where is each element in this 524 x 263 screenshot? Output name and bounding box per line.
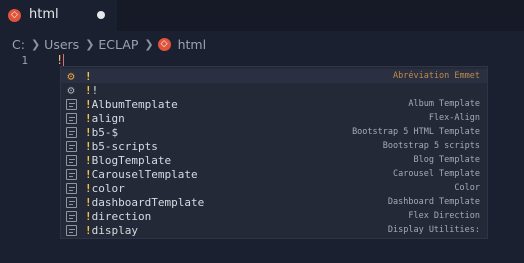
breadcrumb-eclap[interactable]: ECLAP — [98, 37, 138, 52]
snippet-icon — [65, 168, 77, 180]
suggestion-detail: Display Utilities: — [387, 225, 480, 235]
chevron-right-icon: ❯ — [144, 37, 154, 51]
breadcrumb-drive[interactable]: C: — [12, 37, 25, 52]
suggestion-label: !AlbumTemplate — [85, 97, 178, 111]
tab-bar: ◇ html — [0, 0, 524, 31]
suggestion-detail: Blog Template — [413, 155, 480, 165]
suggestion-detail: Bootstrap 5 HTML Template — [352, 127, 480, 137]
suggestion-detail: Abréviation Emmet — [393, 71, 480, 81]
snippet-icon — [65, 140, 77, 152]
unsaved-dot-icon[interactable] — [97, 11, 105, 19]
html-file-icon: ◇ — [157, 37, 171, 51]
suggestion-item[interactable]: !AlbumTemplate Album Template — [61, 97, 487, 111]
snippet-icon — [65, 126, 77, 138]
html-file-icon: ◇ — [8, 9, 21, 22]
suggestion-label: !dashboardTemplate — [85, 195, 205, 209]
tab-title: html — [29, 7, 59, 22]
breadcrumb-users[interactable]: Users — [44, 37, 79, 52]
snippet-icon — [65, 112, 77, 124]
suggestion-label: !b5-$ — [85, 125, 119, 139]
suggestion-detail: Album Template — [408, 99, 480, 109]
breadcrumb: C: ❯ Users ❯ ECLAP ❯ ◇ html — [0, 35, 206, 53]
snippet-icon — [65, 196, 77, 208]
suggestion-item[interactable]: !CarouselTemplate Carousel Template — [61, 167, 487, 181]
suggestion-label: !display — [85, 223, 138, 237]
suggestion-label: !BlogTemplate — [85, 153, 172, 167]
line-number: 1 — [21, 54, 28, 67]
tab-html[interactable]: ◇ html — [0, 0, 117, 31]
suggestion-item[interactable]: !b5-$ Bootstrap 5 HTML Template — [61, 125, 487, 139]
suggestion-label: !! — [85, 83, 99, 97]
suggestion-item[interactable]: ⚙!! — [61, 83, 487, 97]
gear-icon: ⚙ — [67, 69, 75, 83]
suggestion-label: !b5-scripts — [85, 139, 158, 153]
suggestion-item[interactable]: !BlogTemplate Blog Template — [61, 153, 487, 167]
suggestion-item[interactable]: !dashboardTemplate Dashboard Template — [61, 195, 487, 209]
suggestion-label: ! — [85, 69, 92, 83]
snippet-icon — [65, 224, 77, 236]
snippet-icon — [65, 210, 77, 222]
suggestion-item[interactable]: !direction Flex Direction — [61, 209, 487, 223]
suggestion-label: !direction — [85, 209, 152, 223]
suggestion-detail: Flex-Align — [428, 113, 480, 123]
suggestion-label: !align — [85, 111, 125, 125]
gear-icon: ⚙ — [67, 83, 75, 97]
suggestion-item[interactable]: !display Display Utilities: — [61, 223, 487, 237]
snippet-icon — [65, 154, 77, 166]
snippet-icon — [65, 182, 77, 194]
suggestion-item[interactable]: !b5-scripts Bootstrap 5 scripts — [61, 139, 487, 153]
suggestion-widget: ⚙! Abréviation Emmet ⚙!! !AlbumTemplate Albu… — [60, 66, 488, 239]
suggestion-label: !color — [85, 181, 125, 195]
suggestion-item[interactable]: ⚙! Abréviation Emmet — [61, 69, 487, 83]
suggestion-item[interactable]: !color Color — [61, 181, 487, 195]
suggestion-detail: Bootstrap 5 scripts — [382, 141, 480, 151]
chevron-right-icon: ❯ — [30, 37, 41, 51]
suggestion-detail: Dashboard Template — [387, 197, 480, 207]
suggestion-label: !CarouselTemplate — [85, 167, 198, 181]
suggestion-detail: Color — [454, 183, 480, 193]
suggestion-detail: Flex Direction — [408, 211, 480, 221]
suggestion-detail: Carousel Template — [393, 169, 480, 179]
snippet-icon — [65, 98, 77, 110]
chevron-right-icon: ❯ — [85, 37, 95, 51]
breadcrumb-file[interactable]: html — [178, 37, 206, 52]
suggestion-item[interactable]: !align Flex-Align — [61, 111, 487, 125]
